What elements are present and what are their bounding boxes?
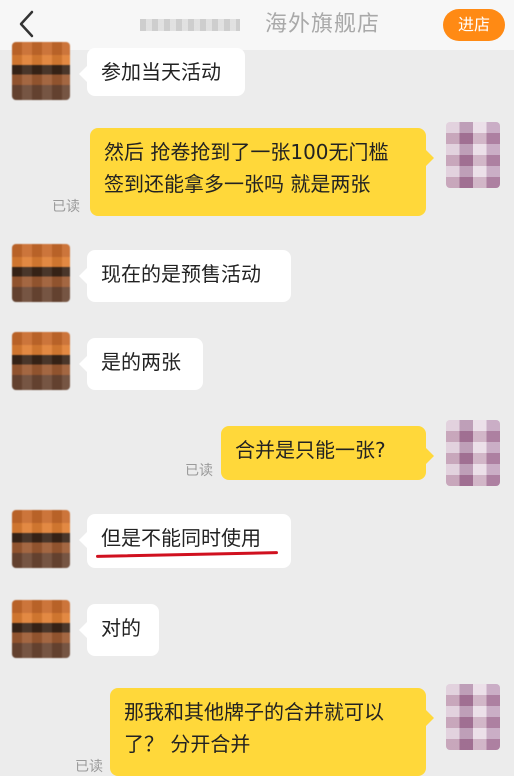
shop-avatar[interactable] [12, 510, 70, 568]
user-avatar[interactable] [446, 420, 500, 486]
message-text: 但是不能同时使用 [101, 526, 261, 550]
shop-avatar[interactable] [12, 600, 70, 658]
message-text-line: 然后 抢卷抢到了一张100无门槛 [104, 140, 389, 164]
message-bubble[interactable]: 是的两张 [79, 338, 203, 390]
back-button[interactable] [10, 6, 46, 42]
user-avatar[interactable] [446, 122, 500, 188]
message-bubble[interactable]: 但是不能同时使用 [79, 514, 291, 568]
message-bubble[interactable]: 对的 [79, 604, 159, 656]
message-bubble[interactable]: 参加当天活动 [79, 48, 245, 96]
message-text: 参加当天活动 [101, 60, 221, 84]
read-status: 已读 [75, 759, 103, 775]
read-status: 已读 [52, 199, 80, 215]
chat-header: 海外旗舰店 进店 [0, 0, 514, 50]
message-bubble[interactable]: 然后 抢卷抢到了一张100无门槛 签到还能拿多一张吗 就是两张 [90, 128, 434, 216]
shop-avatar[interactable] [12, 244, 70, 302]
user-avatar[interactable] [446, 684, 500, 750]
chevron-left-icon [19, 10, 34, 38]
message-text: 是的两张 [101, 350, 181, 374]
shop-title: 海外旗舰店 [264, 12, 380, 37]
shop-avatar[interactable] [12, 42, 70, 100]
message-text: 现在的是预售活动 [101, 262, 261, 286]
message-text: 对的 [101, 616, 141, 640]
shop-avatar[interactable] [12, 332, 70, 390]
message-text-line: 了？ 分开合并 [124, 732, 251, 756]
message-text-line: 签到还能拿多一张吗 就是两张 [104, 172, 371, 196]
message-bubble[interactable]: 那我和其他牌子的合并就可以 了？ 分开合并 [110, 688, 434, 776]
read-status: 已读 [185, 463, 213, 479]
message-text: 合并是只能一张? [235, 438, 386, 462]
message-text-line: 那我和其他牌子的合并就可以 [124, 700, 384, 724]
message-bubble[interactable]: 合并是只能一张? [221, 426, 434, 480]
message-bubble[interactable]: 现在的是预售活动 [79, 250, 291, 302]
enter-store-button[interactable]: 进店 [443, 9, 505, 41]
